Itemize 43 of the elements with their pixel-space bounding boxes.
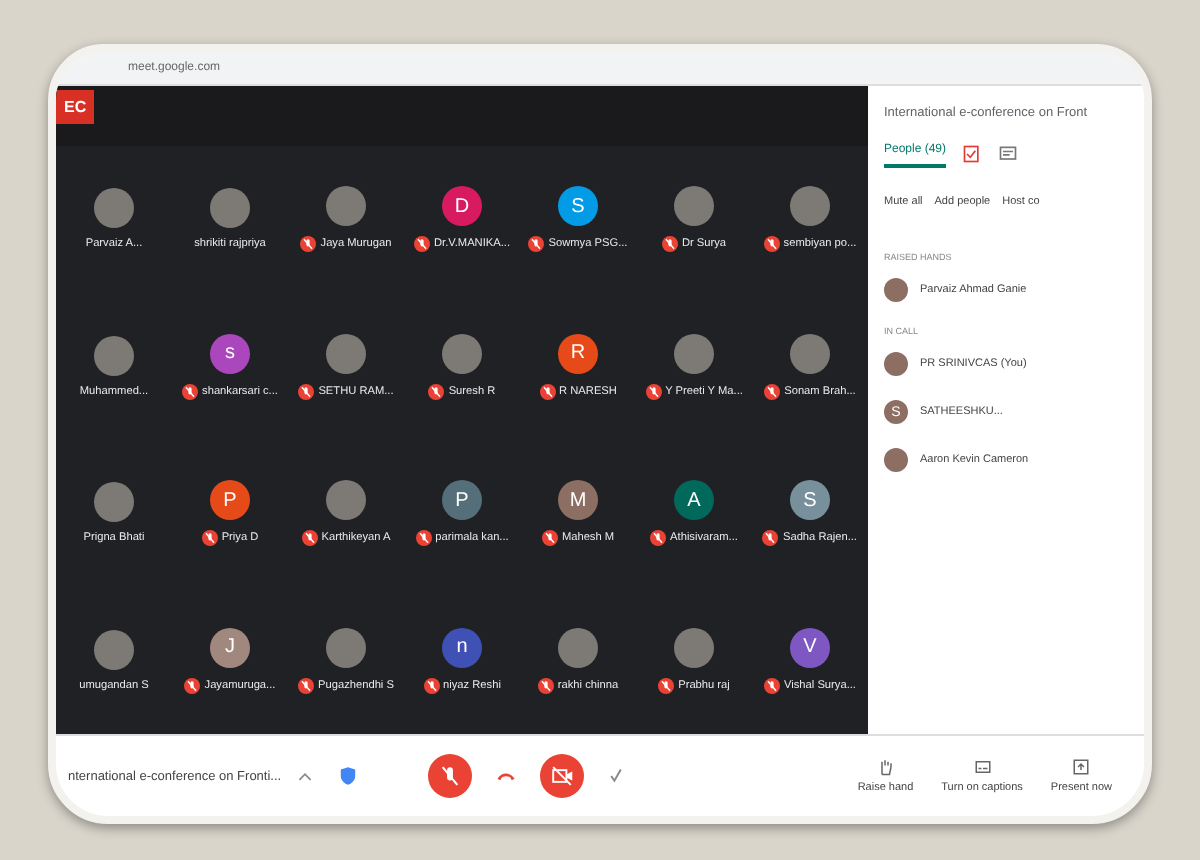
avatar-letter: A [674, 480, 714, 521]
avatar-photo-placeholder [442, 333, 482, 374]
chat-icon[interactable] [998, 144, 1019, 164]
avatar-photo-placeholder [326, 186, 366, 227]
avatar-photo-placeholder [674, 333, 714, 374]
avatar-letter: P [442, 480, 482, 521]
mic-off-button[interactable] [427, 754, 472, 798]
avatar-photo-placeholder [674, 627, 714, 668]
avatar-photo-placeholder [790, 333, 830, 374]
avatar-letter: P [210, 480, 250, 521]
avatar-letter: S [558, 186, 598, 227]
captions-icon [973, 758, 992, 776]
avatar-photo-placeholder [884, 278, 908, 302]
recording-badge: EC [56, 90, 95, 124]
avatar-photo-placeholder [790, 186, 830, 227]
avatar-photo-placeholder [326, 333, 366, 374]
check-icon[interactable] [607, 768, 624, 784]
clipboard-icon[interactable] [962, 144, 983, 164]
avatar-letter: s [210, 333, 250, 374]
shield-icon[interactable] [339, 766, 356, 786]
avatar-photo-placeholder [210, 188, 250, 229]
avatar-letter: V [790, 627, 830, 668]
caret-icon[interactable] [297, 771, 312, 781]
camera-off-button[interactable] [539, 754, 584, 798]
hand-icon [876, 758, 895, 776]
avatar-photo-placeholder [94, 188, 134, 229]
avatar-photo-placeholder [94, 335, 134, 376]
avatar-photo-placeholder [884, 352, 908, 376]
avatar-photo-placeholder [94, 629, 134, 670]
present-screen-icon [1072, 758, 1091, 776]
avatar-letter: D [442, 186, 482, 227]
avatar-letter: R [558, 333, 598, 374]
hang-up-icon[interactable] [495, 770, 516, 782]
avatar-letter: M [558, 480, 598, 521]
avatar-photo-placeholder [558, 627, 598, 668]
avatar-letter: S [790, 480, 830, 521]
avatar-photo-placeholder [326, 627, 366, 668]
avatar-letter: n [442, 627, 482, 668]
avatar-photo-placeholder [326, 480, 366, 521]
avatar-photo-placeholder [884, 448, 908, 472]
avatar-photo-placeholder [94, 482, 134, 523]
avatar-letter: J [210, 627, 250, 668]
avatar-photo-placeholder [674, 186, 714, 227]
